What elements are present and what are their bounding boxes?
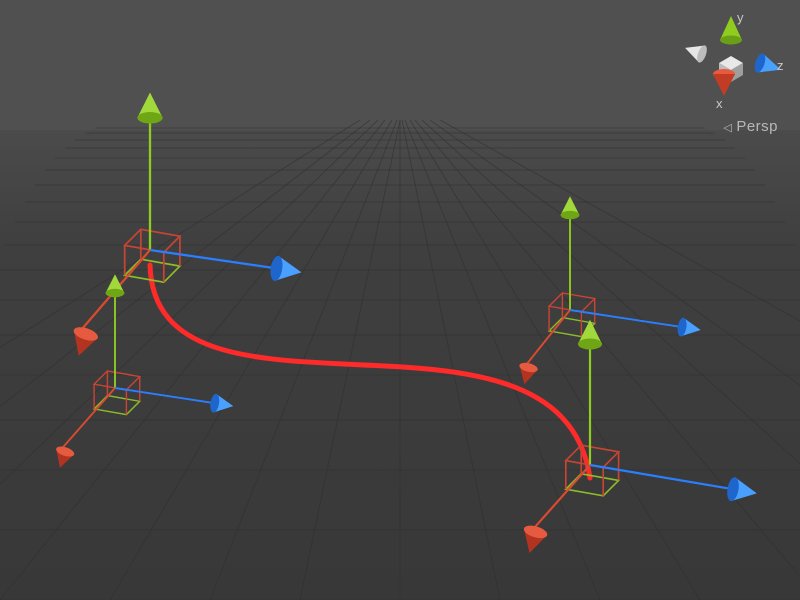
scene-viewport[interactable]: y z x ◁ Persp <box>0 0 800 600</box>
projection-toggle[interactable]: ◁ Persp <box>723 118 778 135</box>
axis-y-label: y <box>737 10 744 25</box>
chevron-left-icon: ◁ <box>723 121 732 134</box>
projection-label-text: Persp <box>736 118 778 135</box>
axis-x-cone-icon[interactable] <box>713 69 735 96</box>
axis-negative-cone-icon[interactable] <box>682 39 709 63</box>
axis-z-label: z <box>777 58 784 73</box>
axis-x-label: x <box>716 96 723 111</box>
orientation-gizmo[interactable]: y z x <box>676 8 786 118</box>
